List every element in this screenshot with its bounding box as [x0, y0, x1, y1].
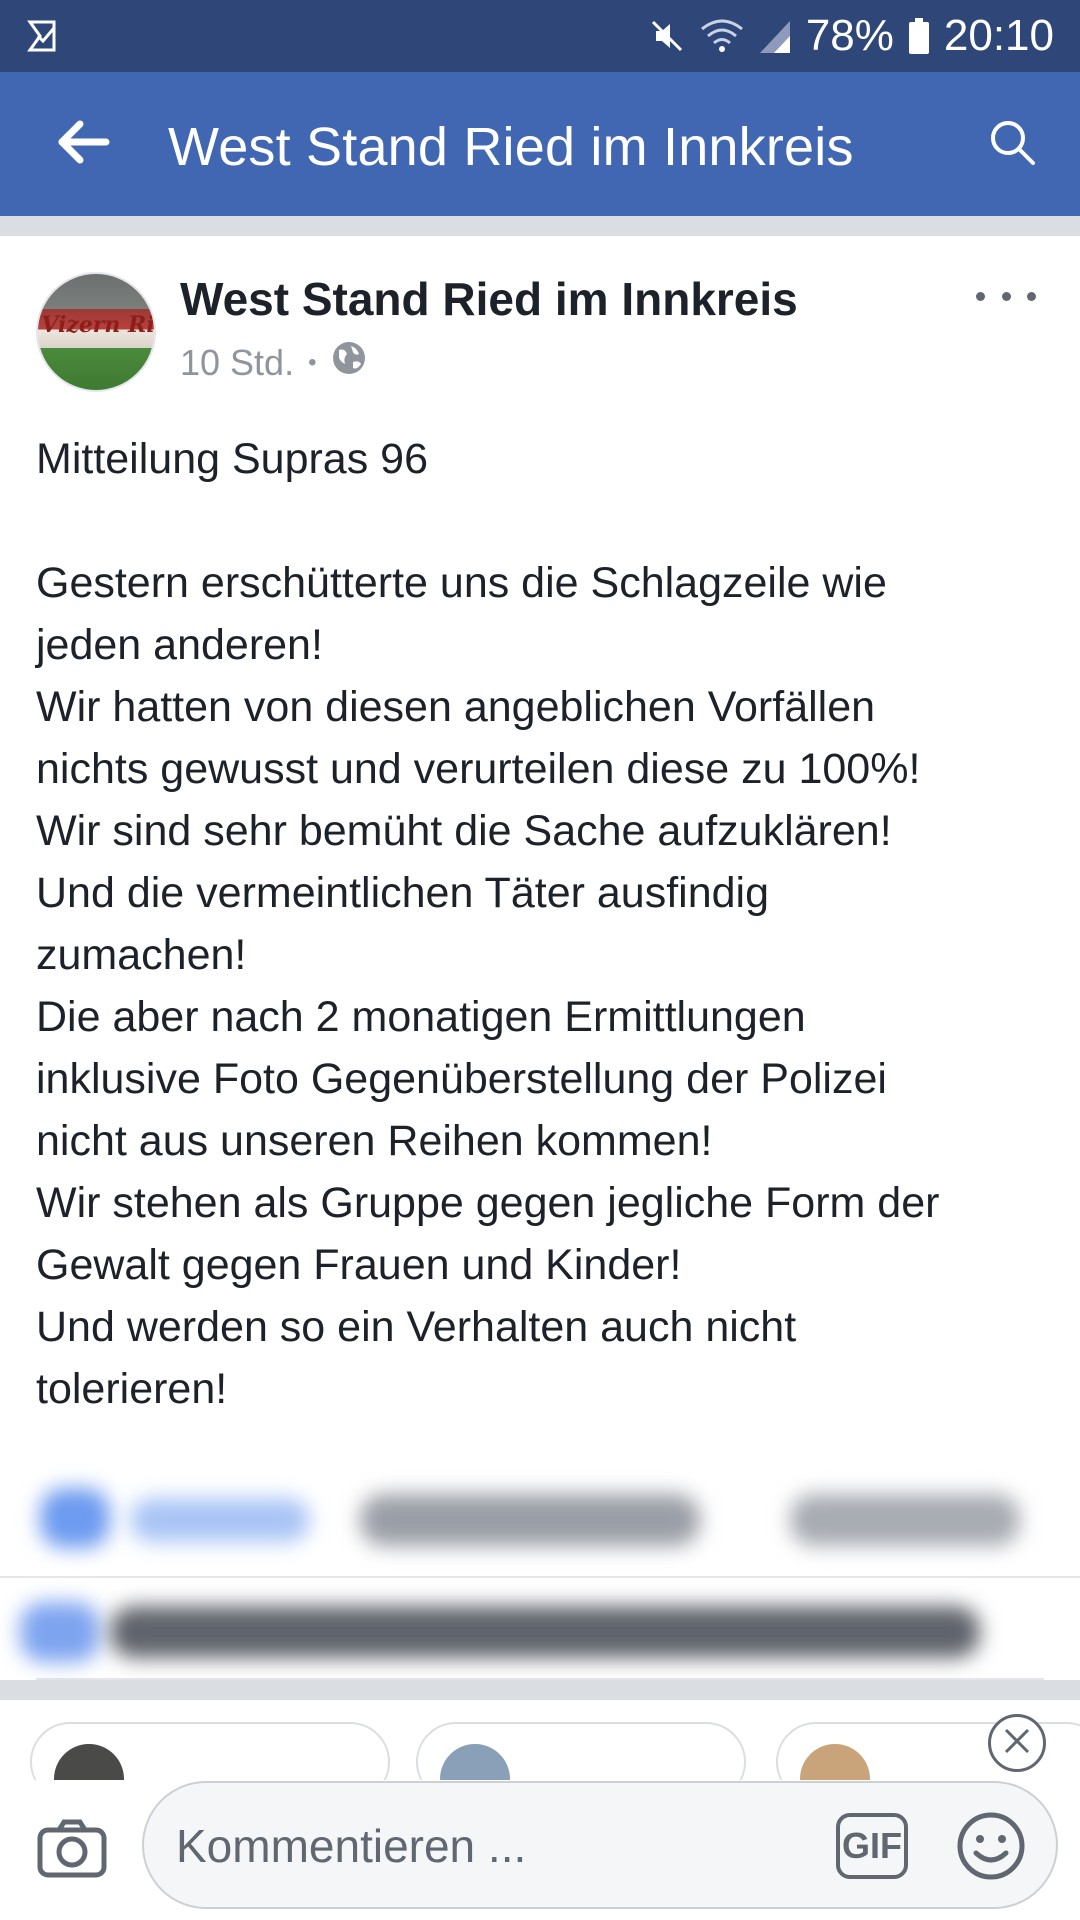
- post-line: Gestern erschütterte uns die Schlagzeile…: [36, 559, 887, 607]
- post-author[interactable]: West Stand Ried im Innkreis: [180, 272, 798, 326]
- close-icon: [1002, 1726, 1032, 1761]
- avatar[interactable]: Vizern Ri: [36, 272, 156, 392]
- close-suggestions-button[interactable]: [988, 1714, 1046, 1772]
- reactions-bar-blurred: [0, 1446, 1080, 1578]
- comment-suggestions: [0, 1700, 1080, 1780]
- search-button[interactable]: [980, 112, 1044, 176]
- globe-icon: [331, 340, 367, 385]
- camera-icon: [37, 1818, 107, 1883]
- post-line: jeden anderen!: [36, 621, 323, 669]
- reaction-count-blurred[interactable]: [130, 1498, 310, 1542]
- post-line: nichts gewusst und verurteilen diese zu …: [36, 745, 921, 793]
- comment-action-blurred[interactable]: [360, 1494, 700, 1546]
- avatar: [800, 1744, 870, 1780]
- suggestion-chip[interactable]: [30, 1722, 390, 1780]
- post-line: nicht aus unseren Reihen kommen!: [36, 1117, 713, 1165]
- search-icon: [988, 118, 1036, 171]
- like-button-blurred[interactable]: [40, 1488, 110, 1548]
- post-line: Mitteilung Supras 96: [36, 435, 428, 483]
- gif-button[interactable]: GIF: [836, 1813, 908, 1879]
- post-line: inklusive Foto Gegenüberstellung der Pol…: [36, 1055, 887, 1103]
- post-line: Wir sind sehr bemüht die Sache aufzuklär…: [36, 807, 892, 855]
- post-meta: 10 Std. •: [180, 340, 367, 385]
- battery-percent: 78%: [805, 11, 894, 60]
- page-title: West Stand Ried im Innkreis: [168, 117, 854, 177]
- post-line: Die aber nach 2 monatigen Ermittlungen: [36, 993, 806, 1041]
- post-line: Wir stehen als Gruppe gegen jegliche For…: [36, 1179, 940, 1227]
- dot-icon: [976, 291, 985, 301]
- avatar: [440, 1744, 510, 1780]
- post-text: Mitteilung Supras 96 Gestern erschüttert…: [36, 428, 1046, 1420]
- comment-text-blurred: [110, 1606, 980, 1658]
- wifi-icon: [700, 17, 744, 55]
- battery-icon: [908, 17, 930, 55]
- camera-button[interactable]: [34, 1810, 110, 1890]
- comment-input[interactable]: Kommentieren ... GIF: [142, 1781, 1058, 1909]
- comment-composer: Kommentieren ... GIF: [0, 1780, 1080, 1920]
- avatar-banner-text: Vizern Ri: [41, 312, 155, 338]
- post-line: Und die vermeintlichen Täter ausfindig: [36, 869, 769, 917]
- post-time[interactable]: 10 Std.: [180, 342, 294, 384]
- avatar: [54, 1744, 124, 1780]
- clock: 20:10: [943, 11, 1054, 60]
- suggestion-chip[interactable]: [416, 1722, 746, 1780]
- post-line: tolerieren!: [36, 1365, 228, 1413]
- app-bar: West Stand Ried im Innkreis: [0, 72, 1080, 216]
- comment-placeholder: Kommentieren ...: [176, 1820, 527, 1872]
- dot-icon: [1001, 291, 1011, 301]
- post-line: Und werden so ein Verhalten auch nicht: [36, 1303, 797, 1351]
- status-icons: 78% 20:10: [648, 10, 1054, 62]
- status-bar: 78% 20:10: [0, 0, 1080, 72]
- emoji-button[interactable]: [956, 1811, 1026, 1881]
- commenter-avatar-blurred: [20, 1602, 100, 1662]
- comment-preview-blurred: [0, 1578, 1080, 1678]
- gif-label: GIF: [842, 1825, 902, 1866]
- back-arrow-icon: [58, 120, 110, 169]
- post-line: zumachen!: [36, 931, 247, 979]
- notification-check-icon: [26, 18, 62, 54]
- post-line: [36, 490, 1046, 552]
- back-button[interactable]: [52, 112, 116, 176]
- section-divider: [0, 1680, 1080, 1700]
- more-options-button[interactable]: [976, 276, 1036, 316]
- share-action-blurred[interactable]: [790, 1494, 1020, 1546]
- meta-separator: •: [308, 348, 317, 376]
- post-line: Gewalt gegen Frauen und Kinder!: [36, 1241, 682, 1289]
- section-divider: [0, 216, 1080, 236]
- smiley-icon: [956, 1812, 1026, 1885]
- post-line: Wir hatten von diesen angeblichen Vorfäl…: [36, 683, 876, 731]
- mute-icon: [648, 17, 686, 55]
- signal-icon: [758, 17, 792, 55]
- dot-icon: [1027, 291, 1036, 301]
